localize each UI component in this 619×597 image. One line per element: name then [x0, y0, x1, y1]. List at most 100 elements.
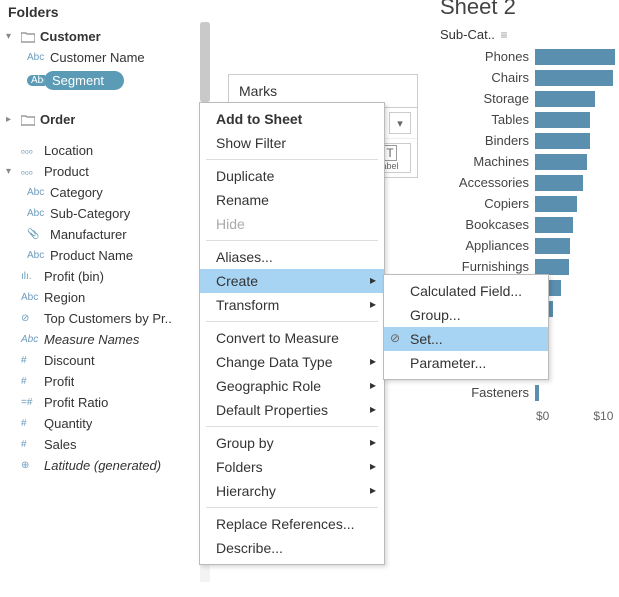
submenu-set[interactable]: ⊘ Set...	[384, 327, 548, 351]
field-customer-name[interactable]: Abc Customer Name	[4, 47, 204, 68]
menu-change-data-type-label: Change Data Type	[216, 354, 333, 370]
chart-row[interactable]: Machines	[440, 151, 615, 172]
menu-convert-to-measure[interactable]: Convert to Measure	[200, 326, 384, 350]
menu-add-to-sheet[interactable]: Add to Sheet	[200, 107, 384, 131]
chart-category-label: Fasteners	[440, 385, 535, 400]
menu-group-by[interactable]: Group by▸	[200, 431, 384, 455]
field-profit[interactable]: ▸ # Profit	[4, 371, 204, 392]
chart-row[interactable]: Chairs	[440, 67, 615, 88]
field-label: Latitude (generated)	[44, 458, 161, 473]
field-sub-category[interactable]: Abc Sub-Category	[4, 203, 204, 224]
menu-separator	[206, 159, 378, 160]
menu-describe[interactable]: Describe...	[200, 536, 384, 560]
menu-replace-references[interactable]: Replace References...	[200, 512, 384, 536]
hierarchy-icon: ₒ₀ₒ	[21, 166, 39, 177]
chevron-down-icon: ▾	[6, 31, 16, 42]
field-label: Location	[44, 143, 93, 158]
field-latitude[interactable]: ▸ ⊕ Latitude (generated)	[4, 455, 204, 476]
mark-type-dropdown[interactable]: ▾	[389, 112, 411, 134]
submenu-calculated-field[interactable]: Calculated Field...	[384, 279, 548, 303]
chart-bar	[535, 154, 587, 170]
chart-category-label: Accessories	[440, 175, 535, 190]
chart-column-label: Sub-Cat..	[440, 27, 495, 42]
menu-transform[interactable]: Transform▸	[200, 293, 384, 317]
menu-transform-label: Transform	[216, 297, 279, 313]
menu-duplicate[interactable]: Duplicate	[200, 164, 384, 188]
menu-rename[interactable]: Rename	[200, 188, 384, 212]
folders-panel: Folders ▾ Customer Abc Customer Name Abc…	[4, 0, 204, 476]
field-top-customers[interactable]: ▸ ⊘ Top Customers by Pr..	[4, 308, 204, 329]
field-measure-names[interactable]: ▸ Abc Measure Names	[4, 329, 204, 350]
field-profit-bin[interactable]: ▸ ılı. Profit (bin)	[4, 266, 204, 287]
chart-row[interactable]: Fasteners	[440, 382, 615, 403]
folder-order[interactable]: ▸ Order	[4, 109, 204, 130]
menu-separator	[206, 426, 378, 427]
chart-row[interactable]: Copiers	[440, 193, 615, 214]
chart-bar	[535, 91, 595, 107]
chart-row[interactable]: Tables	[440, 109, 615, 130]
chart-bar	[535, 49, 615, 65]
chart-row[interactable]: Binders	[440, 130, 615, 151]
field-manufacturer[interactable]: 📎 Manufacturer	[4, 224, 204, 245]
folder-product[interactable]: ▾ ₒ₀ₒ Product	[4, 161, 204, 182]
menu-default-properties[interactable]: Default Properties▸	[200, 398, 384, 422]
chart-category-label: Bookcases	[440, 217, 535, 232]
text-type-icon: Abc	[21, 334, 39, 345]
submenu-set-label: Set...	[410, 331, 443, 347]
chart-row[interactable]: Phones	[440, 46, 615, 67]
sheet-title: Sheet 2	[440, 0, 516, 20]
chart-row[interactable]: Appliances	[440, 235, 615, 256]
chart-bar	[535, 70, 613, 86]
selected-pill: Segment	[44, 71, 124, 90]
text-type-icon: Abc	[27, 250, 45, 261]
menu-separator	[206, 507, 378, 508]
chart-row[interactable]: Bookcases	[440, 214, 615, 235]
field-discount[interactable]: ▸ # Discount	[4, 350, 204, 371]
field-label: Quantity	[44, 416, 92, 431]
chart-category-label: Chairs	[440, 70, 535, 85]
field-sales[interactable]: ▸ # Sales	[4, 434, 204, 455]
text-type-icon: Abc	[27, 187, 45, 198]
chart-bar	[535, 112, 590, 128]
chart-row[interactable]: Accessories	[440, 172, 615, 193]
chevron-right-icon: ▸	[6, 114, 16, 125]
field-product-name[interactable]: Abc Product Name	[4, 245, 204, 266]
chart-category-label: Tables	[440, 112, 535, 127]
field-location[interactable]: ▸ ₒ₀ₒ Location	[4, 140, 204, 161]
submenu-parameter[interactable]: Parameter...	[384, 351, 548, 375]
field-profit-ratio[interactable]: ▸ =# Profit Ratio	[4, 392, 204, 413]
bin-icon: ılı.	[21, 271, 39, 282]
menu-change-data-type[interactable]: Change Data Type ▸	[200, 350, 384, 374]
chart-column-header[interactable]: Sub-Cat.. ≡	[440, 27, 508, 42]
menu-aliases[interactable]: Aliases...	[200, 245, 384, 269]
sort-descending-icon: ≡	[501, 28, 508, 42]
chart-x-axis: $0$10	[536, 409, 615, 423]
chart-category-label: Binders	[440, 133, 535, 148]
menu-show-filter[interactable]: Show Filter	[200, 131, 384, 155]
number-type-icon: #	[21, 376, 39, 387]
menu-folders[interactable]: Folders▸	[200, 455, 384, 479]
field-label: Region	[44, 290, 85, 305]
folder-icon	[21, 114, 35, 126]
submenu-group[interactable]: Group...	[384, 303, 548, 327]
set-icon: ⊘	[390, 331, 400, 345]
folder-icon	[21, 31, 35, 43]
menu-geographic-role[interactable]: Geographic Role▸	[200, 374, 384, 398]
field-label: Sales	[44, 437, 77, 452]
menu-create[interactable]: Create▸	[200, 269, 384, 293]
text-type-icon: Abc	[27, 52, 45, 63]
field-category[interactable]: Abc Category	[4, 182, 204, 203]
folder-customer[interactable]: ▾ Customer	[4, 26, 204, 47]
chart-bar	[535, 259, 569, 275]
text-type-icon: Abc	[21, 292, 39, 303]
chart-bar	[535, 217, 573, 233]
field-region[interactable]: ▸ Abc Region	[4, 287, 204, 308]
field-label: Customer Name	[50, 50, 145, 65]
scrollbar-thumb[interactable]	[200, 22, 210, 102]
field-quantity[interactable]: ▸ # Quantity	[4, 413, 204, 434]
field-segment[interactable]: Abc Segment	[4, 68, 204, 93]
submenu-arrow-icon: ▸	[370, 354, 376, 368]
chart-bar	[535, 133, 590, 149]
menu-hierarchy[interactable]: Hierarchy▸	[200, 479, 384, 503]
chart-row[interactable]: Storage	[440, 88, 615, 109]
